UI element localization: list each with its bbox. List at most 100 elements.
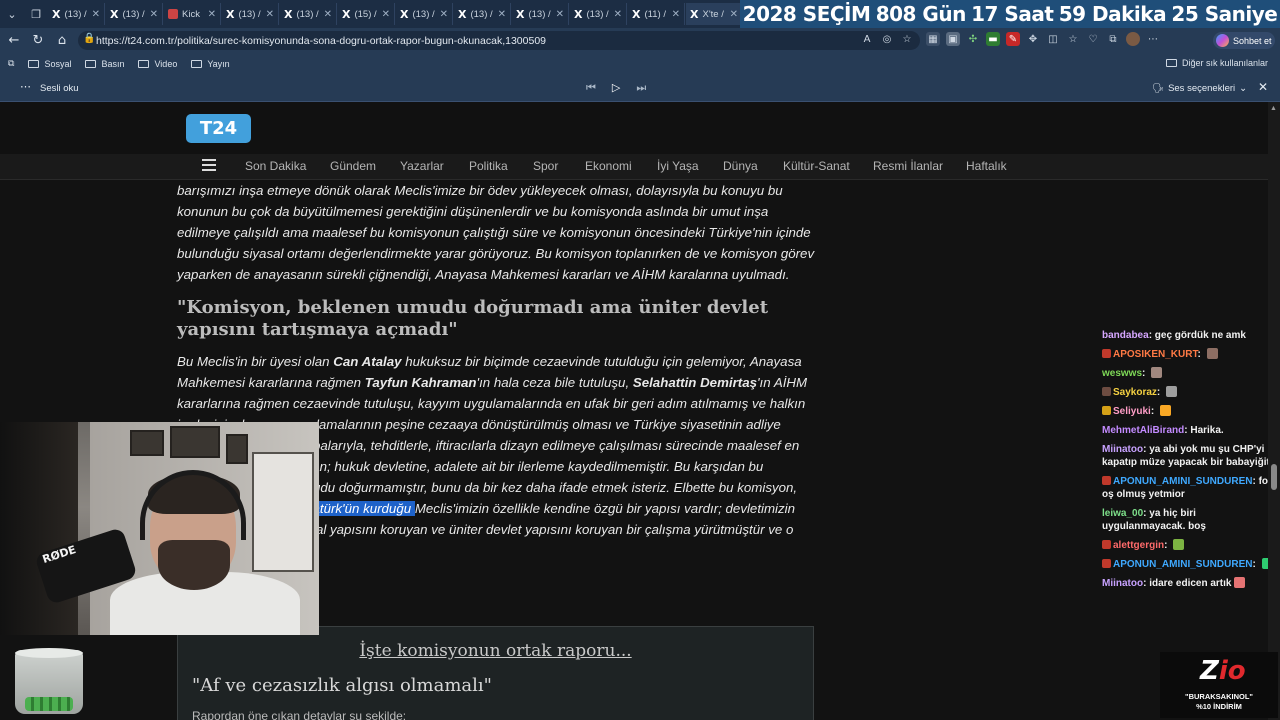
nav-yazarlar[interactable]: Yazarlar — [400, 159, 444, 173]
browser-tab[interactable]: X (13) / ✕ — [106, 3, 163, 25]
wall-frame — [130, 430, 164, 456]
split-screen-icon[interactable]: ◫ — [1046, 32, 1060, 46]
extension-3-icon[interactable]: ✣ — [966, 32, 980, 46]
chat-username[interactable]: APOSIKEN_KURT — [1113, 349, 1197, 360]
browser-tab[interactable]: X (13) / ✕ — [280, 3, 337, 25]
play-icon[interactable]: ▷ — [612, 81, 620, 95]
chat-separator: : — [1164, 540, 1171, 551]
sponsor-logo-b: io — [1218, 656, 1246, 686]
close-tab-icon[interactable]: ✕ — [208, 9, 216, 20]
close-tab-icon[interactable]: ✕ — [324, 9, 332, 20]
read-aloud-menu-icon[interactable]: ⋯ — [20, 80, 31, 93]
close-tab-icon[interactable]: ✕ — [730, 9, 738, 20]
wall-frame — [226, 434, 248, 464]
workspaces-icon[interactable]: ❐ — [24, 3, 48, 25]
close-tab-icon[interactable]: ✕ — [556, 9, 564, 20]
chat-username[interactable]: APONUN_AMINI_SUNDUREN — [1113, 476, 1252, 487]
close-tab-icon[interactable]: ✕ — [614, 9, 622, 20]
chat-username[interactable]: Seliyuki — [1113, 406, 1151, 417]
browser-tab[interactable]: X (13) / ✕ — [48, 3, 105, 25]
bookmark-sosyal[interactable]: Sosyal — [28, 59, 71, 69]
extensions-icon[interactable]: ✥ — [1026, 32, 1040, 46]
favorites-icon[interactable]: ☆ — [1066, 32, 1080, 46]
chat-username[interactable]: Miinatoo — [1102, 578, 1143, 589]
scrollbar-thumb[interactable] — [1271, 464, 1277, 490]
tab-label: (13) / — [122, 8, 145, 20]
extension-4-icon[interactable]: ▬ — [986, 32, 1000, 46]
back-icon[interactable]: ← — [2, 33, 26, 48]
site-logo[interactable]: T24 — [186, 114, 251, 143]
chat-badge-icon — [1102, 540, 1111, 549]
browser-tab[interactable]: X (13) / ✕ — [396, 3, 453, 25]
close-tab-icon[interactable]: ✕ — [92, 9, 100, 20]
nav-spor[interactable]: Spor — [533, 159, 558, 173]
extension-1-icon[interactable]: ▦ — [926, 32, 940, 46]
other-bookmarks[interactable]: Diğer sık kullanılanlar — [1165, 58, 1268, 68]
chat-username[interactable]: MehmetAliBirand — [1102, 425, 1184, 436]
countdown-hours: 17 Saat — [971, 2, 1054, 26]
close-tab-icon[interactable]: ✕ — [266, 9, 274, 20]
hamburger-menu-icon[interactable] — [202, 159, 216, 174]
chat-separator: : — [1142, 368, 1149, 379]
profile-avatar[interactable] — [1126, 32, 1140, 46]
folder-icon — [138, 59, 150, 68]
browser-tab[interactable]: Kick ✕ — [164, 3, 221, 25]
browser-tab[interactable]: X (15) / ✕ — [338, 3, 395, 25]
tab-actions-icon[interactable]: ⌄ — [0, 3, 24, 25]
previous-icon[interactable]: ⏮ — [586, 81, 596, 95]
browser-tab[interactable]: X (13) / ✕ — [512, 3, 569, 25]
nav-iyi-yasa[interactable]: İyi Yaşa — [657, 159, 699, 173]
report-link[interactable]: İşte komisyonun ortak raporu... — [178, 641, 813, 661]
chat-username[interactable]: weswws — [1102, 368, 1142, 379]
copilot-chat-button[interactable]: Sohbet et — [1213, 32, 1275, 49]
nav-ekonomi[interactable]: Ekonomi — [585, 159, 632, 173]
close-icon[interactable]: ✕ — [1258, 80, 1268, 94]
browser-tab[interactable]: X (13) / ✕ — [222, 3, 279, 25]
read-aloud-icon[interactable]: A — [860, 32, 874, 46]
chat-username[interactable]: APONUN_AMINI_SUNDUREN — [1113, 559, 1252, 570]
scroll-up-icon[interactable]: ▲ — [1270, 105, 1277, 112]
chat-username[interactable]: bandabea — [1102, 330, 1149, 341]
bookmarks-bar: ⧉ Sosyal Basın Video Yayın Diğer sık kul… — [0, 53, 1280, 74]
voice-options-button[interactable]: 🗣 Ses seçenekleri ⌄ — [1152, 83, 1247, 94]
chat-username[interactable]: alettgergin — [1113, 540, 1164, 551]
browser-tab[interactable]: X (13) / ✕ — [570, 3, 627, 25]
extension-5-icon[interactable]: ✎ — [1006, 32, 1020, 46]
chat-username[interactable]: Saykoraz — [1113, 387, 1157, 398]
nav-kultur-sanat[interactable]: Kültür-Sanat — [783, 159, 850, 173]
nav-resmi-ilanlar[interactable]: Resmi İlanlar — [873, 159, 943, 173]
nav-dunya[interactable]: Dünya — [723, 159, 758, 173]
browser-tab[interactable]: X X'te / ✕ — [686, 3, 743, 25]
refresh-icon[interactable]: ↻ — [26, 33, 50, 48]
close-tab-icon[interactable]: ✕ — [498, 9, 506, 20]
close-tab-icon[interactable]: ✕ — [150, 9, 158, 20]
browser-tab[interactable]: X (13) / ✕ — [454, 3, 511, 25]
nav-gundem[interactable]: Gündem — [330, 159, 376, 173]
person-name: Tayfun Kahraman — [364, 375, 477, 390]
nav-haftalik[interactable]: Haftalık — [966, 159, 1007, 173]
home-icon[interactable]: ⌂ — [50, 33, 74, 48]
site-header: T24 — [0, 102, 1280, 154]
more-menu-icon[interactable]: ⋯ — [1146, 32, 1160, 46]
nav-politika[interactable]: Politika — [469, 159, 508, 173]
chat-username[interactable]: leiwa_00 — [1102, 508, 1143, 519]
bookmark-basin[interactable]: Basın — [85, 59, 124, 69]
favorite-star-icon[interactable]: ☆ — [900, 32, 914, 46]
next-icon[interactable]: ⏭ — [636, 81, 646, 95]
tracking-icon[interactable]: ◎ — [880, 32, 894, 46]
browser-essentials-icon[interactable]: ♡ — [1086, 32, 1100, 46]
bookmark-video[interactable]: Video — [138, 59, 177, 69]
stream-chat: bandabea: geç gördük ne amk APOSIKEN_KURT… — [1102, 329, 1274, 596]
page-scrollbar[interactable]: ▲ — [1268, 102, 1280, 720]
url-field[interactable]: 🔒 https://t24.com.tr/politika/surec-komi… — [78, 31, 920, 50]
nav-son-dakika[interactable]: Son Dakika — [245, 159, 306, 173]
extension-2-icon[interactable]: ▣ — [946, 32, 960, 46]
chat-username[interactable]: Miinatoo — [1102, 444, 1143, 455]
close-tab-icon[interactable]: ✕ — [440, 9, 448, 20]
bookmarks-bar-icon[interactable]: ⧉ — [8, 58, 14, 69]
collections-icon[interactable]: ⧉ — [1106, 32, 1120, 46]
browser-tab[interactable]: X (11) / ✕ — [628, 3, 685, 25]
close-tab-icon[interactable]: ✕ — [382, 9, 390, 20]
bookmark-yayin[interactable]: Yayın — [191, 59, 230, 69]
close-tab-icon[interactable]: ✕ — [672, 9, 680, 20]
